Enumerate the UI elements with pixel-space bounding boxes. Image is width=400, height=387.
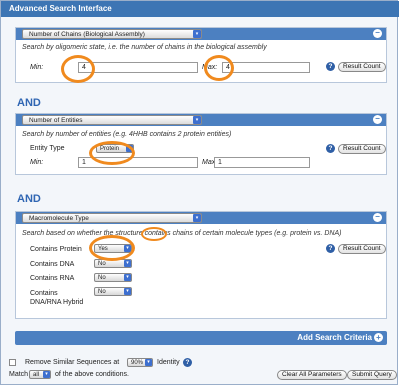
- chevron-down-icon: ▾: [193, 214, 201, 222]
- add-criteria-label: Add Search Criteria: [297, 333, 372, 342]
- min-label: Min:: [30, 64, 44, 71]
- chevron-down-icon: ▾: [124, 274, 131, 281]
- window-title: Advanced Search Interface: [1, 1, 399, 17]
- chevron-down-icon: ▾: [126, 145, 133, 152]
- select-value: Yes: [98, 246, 108, 252]
- contains-rna-select[interactable]: No ▾: [94, 273, 132, 282]
- criteria-type-dropdown[interactable]: Number of Chains (Biological Assembly) ▾: [22, 29, 202, 39]
- select-value: No: [98, 289, 106, 295]
- clear-all-parameters-button[interactable]: Clear All Parameters: [277, 370, 347, 380]
- dropdown-label: Macromolecule Type: [29, 215, 89, 222]
- criteria-type-dropdown[interactable]: Number of Entities ▾: [22, 115, 202, 125]
- molecule-type-label: Contains Protein: [30, 246, 82, 253]
- molecule-type-label: Contains DNA: [30, 261, 75, 268]
- select-value: No: [98, 261, 106, 267]
- remove-similar-label: Remove Similar Sequences at: [25, 359, 120, 366]
- chevron-down-icon: ▾: [43, 371, 50, 378]
- contains-hybrid-select[interactable]: No ▾: [94, 287, 132, 296]
- collapse-icon[interactable]: −: [373, 213, 382, 222]
- collapse-icon[interactable]: −: [373, 29, 382, 38]
- help-icon[interactable]: ?: [326, 62, 335, 71]
- help-icon[interactable]: ?: [183, 358, 192, 367]
- criteria-panel-chains: Number of Chains (Biological Assembly) ▾…: [15, 27, 387, 83]
- contains-dna-select[interactable]: No ▾: [94, 259, 132, 268]
- chevron-down-icon: ▾: [145, 359, 152, 366]
- entity-type-select[interactable]: Protein ▾: [96, 144, 134, 153]
- criteria-type-dropdown[interactable]: Macromolecule Type ▾: [22, 213, 202, 223]
- identity-select[interactable]: 90% ▾: [127, 358, 153, 367]
- max-label: Max:: [202, 64, 218, 71]
- max-entities-input[interactable]: 1: [214, 157, 310, 168]
- chevron-down-icon: ▾: [124, 245, 131, 252]
- plus-icon: +: [374, 333, 383, 343]
- min-label: Min:: [30, 159, 44, 166]
- chevron-down-icon: ▾: [124, 260, 131, 267]
- criteria-description: Search based on whether the structure co…: [22, 230, 342, 237]
- result-count-button[interactable]: Result Count: [338, 144, 386, 154]
- and-connector: AND: [17, 193, 41, 205]
- panel-header: Macromolecule Type ▾ −: [16, 212, 386, 224]
- chevron-down-icon: ▾: [193, 30, 201, 38]
- contains-protein-select[interactable]: Yes ▾: [94, 244, 132, 253]
- result-count-button[interactable]: Result Count: [338, 62, 386, 72]
- entity-type-label: Entity Type: [30, 145, 65, 152]
- submit-query-button[interactable]: Submit Query: [347, 370, 397, 380]
- criteria-panel-macromolecule: Macromolecule Type ▾ − Search based on w…: [15, 211, 387, 319]
- remove-similar-checkbox[interactable]: [9, 359, 16, 366]
- molecule-type-label: Contains DNA/RNA Hybrid: [30, 290, 84, 306]
- criteria-description: Search by number of entities (e.g. 4HHB …: [22, 131, 232, 138]
- criteria-description: Search by oligomeric state, i.e. the num…: [22, 44, 267, 51]
- identity-label: Identity: [157, 359, 180, 366]
- select-value: all: [33, 372, 40, 378]
- max-chains-input[interactable]: 4: [222, 62, 310, 73]
- match-label: Match: [9, 371, 29, 378]
- collapse-icon[interactable]: −: [373, 115, 382, 124]
- select-value: No: [98, 275, 106, 281]
- and-connector: AND: [17, 97, 41, 109]
- select-value: 90%: [131, 360, 144, 366]
- match-suffix-label: of the above conditions.: [55, 371, 129, 378]
- panel-header: Number of Chains (Biological Assembly) ▾…: [16, 28, 386, 40]
- min-entities-input[interactable]: 1: [78, 157, 198, 168]
- criteria-panel-entities: Number of Entities ▾ − Search by number …: [15, 113, 387, 175]
- chevron-down-icon: ▾: [124, 288, 131, 295]
- entity-type-value: Protein: [100, 146, 120, 152]
- help-icon[interactable]: ?: [326, 144, 335, 153]
- result-count-button[interactable]: Result Count: [338, 244, 386, 254]
- molecule-type-label: Contains RNA: [30, 275, 75, 282]
- chevron-down-icon: ▾: [193, 116, 201, 124]
- add-search-criteria-button[interactable]: Add Search Criteria +: [297, 333, 383, 343]
- dropdown-label: Number of Entities: [29, 117, 83, 124]
- match-select[interactable]: all ▾: [29, 370, 51, 379]
- panel-header: Number of Entities ▾ −: [16, 114, 386, 126]
- help-icon[interactable]: ?: [326, 244, 335, 253]
- min-chains-input[interactable]: 4: [78, 62, 198, 73]
- add-criteria-bar: Add Search Criteria +: [15, 331, 387, 345]
- dropdown-label: Number of Chains (Biological Assembly): [29, 31, 145, 38]
- advanced-search-window: Advanced Search Interface Number of Chai…: [0, 0, 399, 385]
